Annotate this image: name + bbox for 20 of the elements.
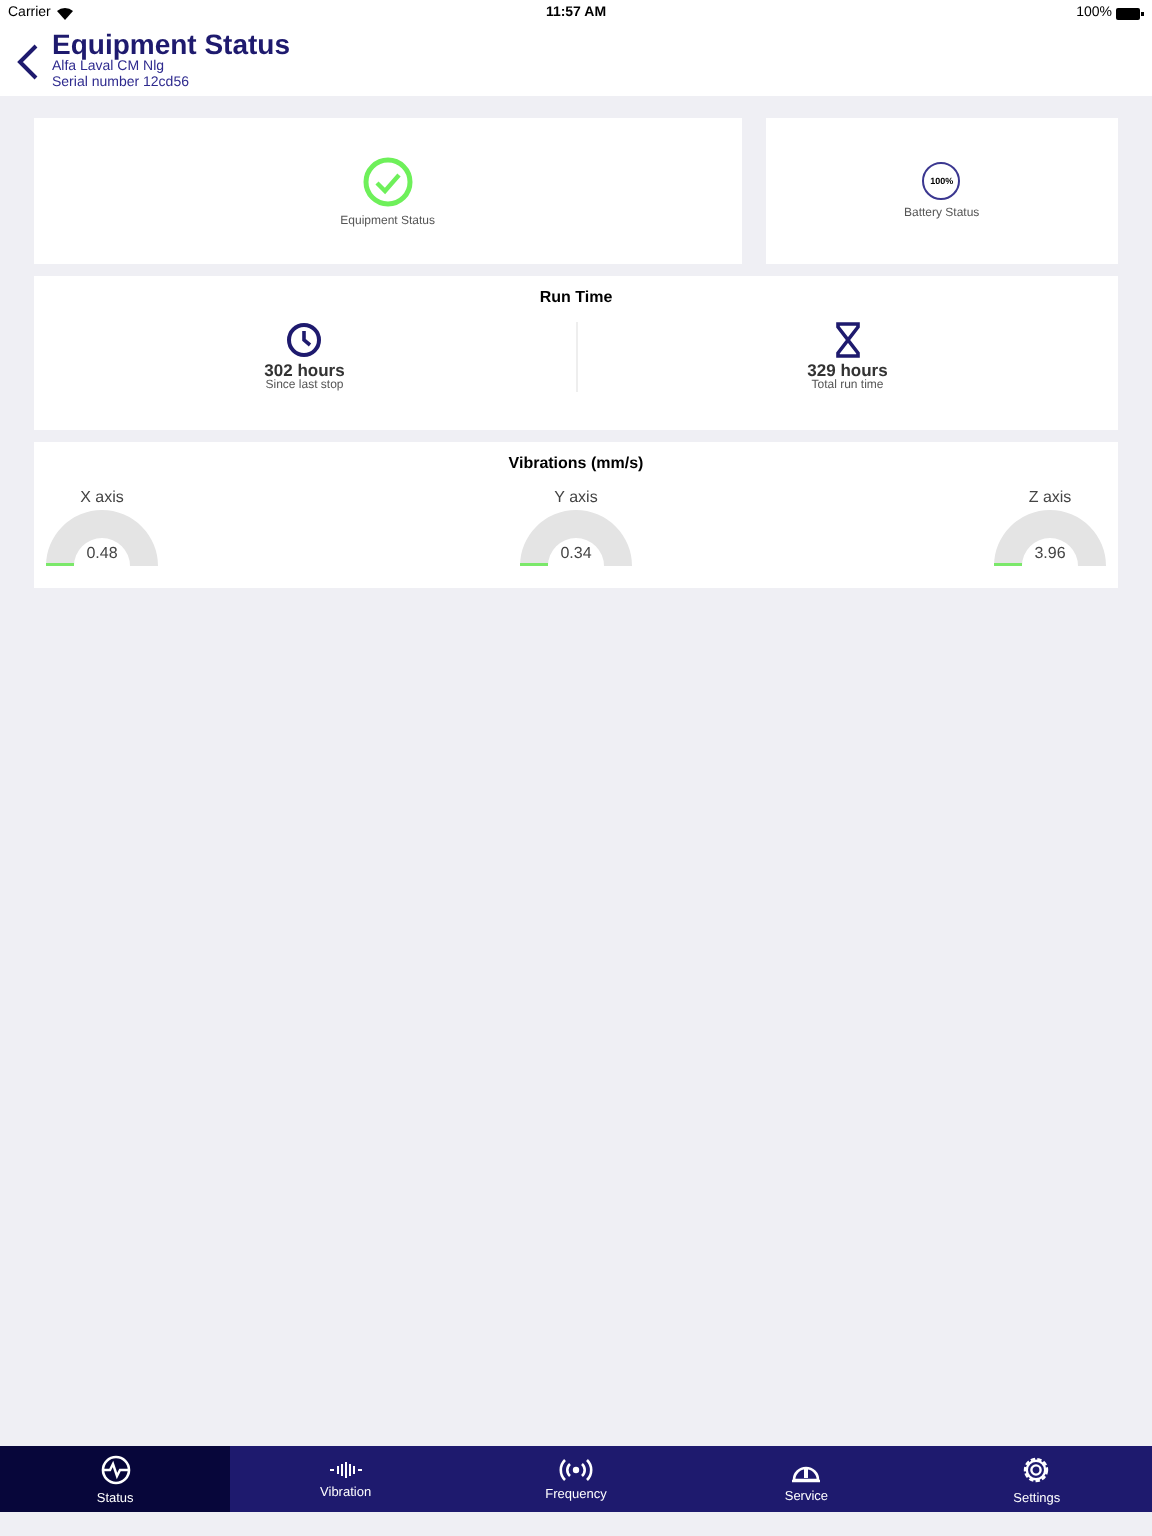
page-title: Equipment Status (52, 29, 291, 59)
axis-label: Y axis (554, 488, 598, 506)
pulse-icon (99, 1453, 132, 1485)
hours-value: 302 hours (264, 360, 345, 380)
back-icon[interactable] (16, 43, 40, 79)
gauge-reading: 0.48 (84, 542, 120, 566)
section-title: Run Time (537, 286, 615, 306)
hours-value: 329 hours (807, 360, 888, 380)
hourglass-icon (833, 322, 862, 358)
clock-icon (286, 322, 323, 358)
wifi-icon (56, 6, 75, 20)
waveform-icon (327, 1459, 364, 1479)
axis-label: Z axis (1028, 488, 1072, 506)
gauge-reading: 0.34 (558, 542, 594, 566)
axis-label: X axis (80, 488, 124, 506)
battery-icon (1115, 7, 1144, 19)
settings-icon (1020, 1453, 1053, 1485)
broadcast-icon (558, 1457, 594, 1481)
section-title: Vibrations (mm/s) (506, 452, 646, 472)
gauge-reading: 3.96 (1032, 542, 1068, 566)
